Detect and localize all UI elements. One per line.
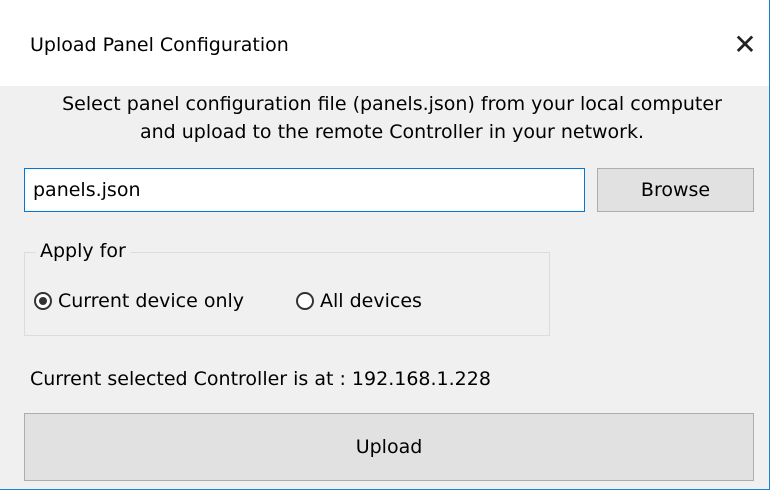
close-icon[interactable]: ✕ (727, 28, 763, 62)
radio-checked-icon (34, 292, 52, 310)
dialog-title: Upload Panel Configuration (30, 34, 289, 56)
description-line-2: and upload to the remote Controller in y… (139, 121, 645, 143)
controller-status-text: Current selected Controller is at : 192.… (30, 368, 491, 390)
upload-dialog: Upload Panel Configuration ✕ Select pane… (0, 0, 770, 490)
file-path-input[interactable] (24, 168, 585, 212)
title-bar: Upload Panel Configuration ✕ (0, 0, 769, 86)
radio-current-device-only[interactable]: Current device only (34, 288, 244, 314)
description: Select panel configuration file (panels.… (16, 90, 768, 146)
apply-for-legend: Apply for (36, 238, 130, 264)
upload-button[interactable]: Upload (24, 413, 754, 481)
description-line-1: Select panel configuration file (panels.… (62, 93, 722, 115)
radio-label-current-device: Current device only (58, 290, 245, 312)
radio-label-all-devices: All devices (320, 290, 422, 312)
browse-button[interactable]: Browse (597, 168, 754, 212)
radio-all-devices[interactable]: All devices (296, 288, 422, 314)
radio-unchecked-icon (296, 292, 314, 310)
